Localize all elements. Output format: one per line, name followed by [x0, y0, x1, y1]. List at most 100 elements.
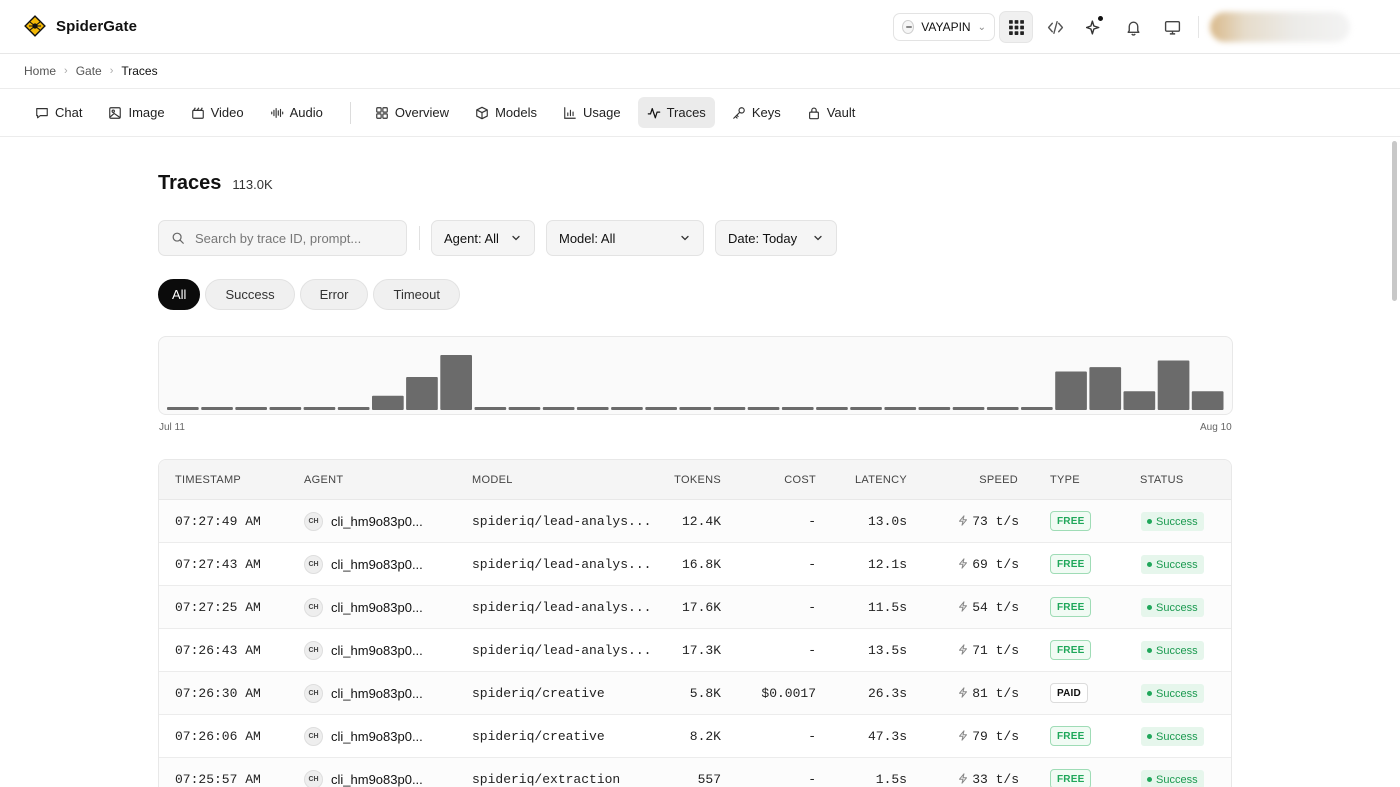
status-pill-all[interactable]: All — [158, 279, 201, 310]
speed-value: 71 t/s — [972, 643, 1019, 658]
cell-agent[interactable]: cli_hm9o83p0... — [331, 643, 423, 658]
cell-cost: - — [808, 772, 816, 787]
model-filter-dropdown[interactable]: Model: All — [546, 220, 704, 256]
bolt-icon — [959, 730, 968, 741]
tab-usage[interactable]: Usage — [554, 97, 630, 128]
type-badge: PAID — [1050, 683, 1088, 703]
col-type[interactable]: TYPE — [1050, 474, 1080, 486]
table-row[interactable]: 07:27:43 AM CH cli_hm9o83p0... spideriq/lea… — [159, 543, 1231, 586]
chevron-down-icon — [512, 235, 520, 241]
histogram-bar[interactable] — [474, 407, 507, 410]
page-scrollbar[interactable] — [1390, 137, 1400, 787]
histogram-bar[interactable] — [372, 395, 404, 410]
table-row[interactable]: 07:26:06 AM CH cli_hm9o83p0... spideriq/cre… — [159, 715, 1231, 758]
table-row[interactable]: 07:26:30 AM CH cli_hm9o83p0... spideriq/cre… — [159, 672, 1231, 715]
histogram-bar[interactable] — [1021, 407, 1053, 410]
col-cost[interactable]: COST — [784, 474, 816, 486]
histogram-bar[interactable] — [1191, 391, 1224, 410]
histogram-bar[interactable] — [645, 407, 677, 410]
breadcrumb-home[interactable]: Home — [24, 64, 56, 78]
histogram-bar[interactable] — [303, 407, 336, 410]
cell-agent[interactable]: cli_hm9o83p0... — [331, 729, 423, 744]
histogram-bar[interactable] — [918, 407, 951, 410]
display-button[interactable] — [1155, 11, 1189, 43]
agent-avatar: CH — [304, 684, 323, 703]
histogram-bar[interactable] — [1089, 367, 1122, 410]
tab-image[interactable]: Image — [99, 97, 173, 128]
histogram-bar[interactable] — [1055, 371, 1087, 411]
tab-audio[interactable]: Audio — [261, 97, 332, 128]
histogram-bar[interactable] — [1157, 360, 1190, 411]
histogram-bar[interactable] — [269, 407, 302, 410]
tab-overview[interactable]: Overview — [366, 97, 458, 128]
histogram-bar[interactable] — [406, 377, 438, 410]
histogram-bar[interactable] — [1123, 391, 1156, 410]
histogram-bar[interactable] — [952, 407, 985, 410]
histogram-bar[interactable] — [986, 407, 1019, 410]
histogram-bar[interactable] — [440, 355, 472, 410]
histogram-bar[interactable] — [850, 407, 882, 410]
col-speed[interactable]: SPEED — [979, 474, 1018, 486]
histogram-bar[interactable] — [611, 407, 643, 410]
notifications-button[interactable] — [1116, 11, 1150, 43]
cell-agent[interactable]: cli_hm9o83p0... — [331, 557, 423, 572]
user-menu[interactable] — [1210, 12, 1350, 42]
histogram-bar[interactable] — [167, 407, 199, 410]
histogram-bar[interactable] — [713, 407, 746, 410]
filter-divider — [419, 226, 420, 250]
table-row[interactable]: 07:25:57 AM CH cli_hm9o83p0... spideriq/ext… — [159, 758, 1231, 787]
histogram-bar[interactable] — [576, 407, 609, 410]
histogram-bar[interactable] — [235, 407, 267, 410]
col-status[interactable]: STATUS — [1140, 474, 1184, 486]
search-input[interactable] — [195, 230, 385, 246]
agent-filter-dropdown[interactable]: Agent: All — [431, 220, 535, 256]
histogram-bar[interactable] — [781, 407, 814, 410]
cell-agent[interactable]: cli_hm9o83p0... — [331, 686, 423, 701]
status-pill-error[interactable]: Error — [299, 279, 369, 310]
tab-chat[interactable]: Chat — [26, 97, 91, 128]
cell-agent[interactable]: cli_hm9o83p0... — [331, 514, 423, 529]
apps-grid-button[interactable] — [999, 11, 1033, 43]
table-row[interactable]: 07:27:49 AM CH cli_hm9o83p0... spideriq/lea… — [159, 500, 1231, 543]
col-agent[interactable]: AGENT — [304, 474, 343, 486]
breadcrumb-gate[interactable]: Gate — [76, 64, 102, 78]
search-box[interactable] — [158, 220, 407, 256]
status-pill-success[interactable]: Success — [205, 279, 295, 310]
cell-agent[interactable]: cli_hm9o83p0... — [331, 600, 423, 615]
col-tokens[interactable]: TOKENS — [674, 474, 721, 486]
bolt-icon — [959, 558, 968, 569]
tab-models[interactable]: Models — [466, 97, 546, 128]
date-filter-dropdown[interactable]: Date: Today — [715, 220, 837, 256]
table-row[interactable]: 07:27:25 AM CH cli_hm9o83p0... spideriq/lea… — [159, 586, 1231, 629]
org-selector[interactable]: VAYAPIN ⌄ — [893, 13, 995, 41]
tab-label: Keys — [751, 105, 781, 120]
code-button[interactable] — [1038, 11, 1072, 43]
brand[interactable]: SpiderGate — [24, 15, 137, 37]
tab-keys[interactable]: Keys — [723, 97, 790, 128]
histogram-bar[interactable] — [508, 407, 541, 410]
col-model[interactable]: MODEL — [472, 474, 513, 486]
status-text: Success — [1156, 773, 1198, 786]
histogram-bar[interactable] — [337, 407, 370, 410]
status-dot — [1147, 562, 1152, 567]
cell-latency: 1.5s — [875, 772, 907, 787]
histogram-bar[interactable] — [201, 407, 233, 410]
tab-vault[interactable]: Vault — [798, 97, 865, 128]
histogram-bar[interactable] — [679, 407, 712, 410]
col-latency[interactable]: LATENCY — [855, 474, 907, 486]
monitor-icon — [1164, 20, 1180, 35]
scrollbar-thumb[interactable] — [1392, 141, 1397, 301]
status-pill-timeout[interactable]: Timeout — [373, 279, 460, 310]
tab-video[interactable]: Video — [182, 97, 253, 128]
search-icon — [172, 232, 184, 244]
histogram-bar[interactable] — [747, 407, 780, 410]
histogram-bar[interactable] — [816, 407, 848, 410]
histogram-bar[interactable] — [884, 407, 917, 410]
col-timestamp[interactable]: TIMESTAMP — [175, 474, 241, 486]
cell-agent[interactable]: cli_hm9o83p0... — [331, 772, 423, 787]
table-row[interactable]: 07:26:43 AM CH cli_hm9o83p0... spideriq/lea… — [159, 629, 1231, 672]
grid-icon — [376, 106, 388, 119]
tab-traces[interactable]: Traces — [637, 97, 715, 128]
histogram-bar[interactable] — [542, 407, 575, 410]
ai-assistant-button[interactable] — [1077, 11, 1111, 43]
